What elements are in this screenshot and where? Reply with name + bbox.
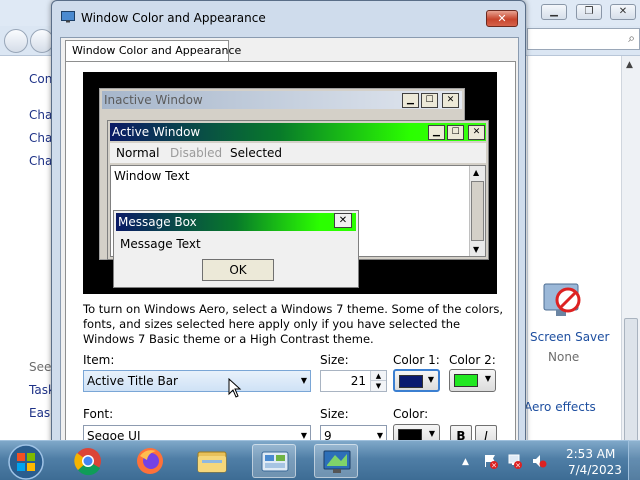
clock-date[interactable]: 7/4/2023 <box>568 463 622 477</box>
preview-minimize-icon: ▁ <box>428 125 445 140</box>
color2-swatch <box>454 374 478 387</box>
preview-message-close-icon: ✕ <box>334 213 352 228</box>
preview-menu-selected[interactable]: Selected <box>230 143 282 163</box>
tab-panel: Inactive Window ▁ ☐ ✕ Active Window ▁ ☐ … <box>65 61 516 447</box>
preview-menu-normal[interactable]: Normal <box>116 143 159 163</box>
spin-buttons: ▲ ▼ <box>370 371 386 391</box>
aero-info-text: To turn on Windows Aero, select a Window… <box>83 302 504 346</box>
display-settings-icon <box>323 450 351 473</box>
dialog-close-button[interactable]: ✕ <box>486 10 518 27</box>
show-desktop-button[interactable] <box>628 440 640 480</box>
left-nav-item[interactable]: Cha <box>29 108 52 122</box>
chrome-taskbar-button[interactable] <box>66 444 110 478</box>
folder-icon <box>197 451 227 473</box>
item-dropdown-value: Active Title Bar <box>87 374 178 388</box>
firefox-icon <box>137 448 163 474</box>
background-close-button[interactable]: ✕ <box>610 4 636 20</box>
preview-active-title-text: Active Window <box>112 125 201 139</box>
tab-window-color-appearance[interactable]: Window Color and Appearance <box>65 40 241 62</box>
color1-button[interactable]: ▼ <box>393 369 440 392</box>
search-icon: ⌕ <box>628 31 635 45</box>
mouse-cursor-icon <box>228 378 242 398</box>
preview-menu-disabled[interactable]: Disabled <box>170 143 222 163</box>
left-nav-item[interactable]: Cha <box>29 131 52 145</box>
preview-menubar[interactable]: Normal Disabled Selected <box>110 143 486 163</box>
display-app-icon <box>61 11 75 23</box>
left-nav-item[interactable]: Con <box>29 72 52 86</box>
item-size-spinner[interactable]: 21 ▲ ▼ <box>320 370 387 392</box>
preview-scroll-up-icon: ▲ <box>473 168 480 177</box>
preview-close-icon: ✕ <box>442 93 459 108</box>
preview-message-box[interactable]: Message Box ✕ Message Text OK <box>113 210 359 288</box>
chevron-down-icon: ▼ <box>428 429 435 438</box>
color2-label: Color 2: <box>449 353 496 367</box>
control-panel-icon <box>261 451 289 472</box>
font-color-label: Color: <box>393 407 429 421</box>
background-minimize-button[interactable]: ▁ <box>541 4 567 20</box>
back-button[interactable] <box>4 29 28 53</box>
svg-text:×: × <box>515 462 521 470</box>
clock-time[interactable]: 2:53 AM <box>566 447 615 461</box>
screen-saver-value: None <box>548 350 580 364</box>
color1-swatch <box>399 375 423 388</box>
action-center-icon[interactable]: × <box>483 453 499 469</box>
color2-button[interactable]: ▼ <box>449 369 496 392</box>
dialog-body: Window Color and Appearance Inactive Win… <box>60 37 519 447</box>
preview-inactive-title-text: Inactive Window <box>104 93 203 107</box>
preview-maximize-icon: ☐ <box>421 93 438 108</box>
preview-window-text: Window Text <box>114 169 190 183</box>
preview-active-titlebar[interactable]: Active Window ▁ ☐ ✕ <box>110 123 486 141</box>
preview-inactive-titlebar[interactable]: Inactive Window ▁ ☐ ✕ <box>102 91 462 109</box>
screen-saver-link[interactable]: Screen Saver <box>530 330 609 344</box>
tray-expand-icon[interactable]: ▲ <box>462 457 469 467</box>
control-panel-taskbar-button[interactable] <box>252 444 296 478</box>
item-dropdown[interactable]: Active Title Bar ▼ <box>83 370 311 392</box>
spin-down-icon[interactable]: ▼ <box>371 381 386 391</box>
start-orb-icon[interactable] <box>6 443 46 480</box>
taskbar: ▲ × × <box>0 440 640 480</box>
see-also-heading: See <box>29 360 52 374</box>
scroll-up-arrow[interactable]: ▲ <box>626 60 633 70</box>
preview-message-box-titlebar[interactable]: Message Box <box>116 213 356 231</box>
aero-effects-link[interactable]: Aero effects <box>524 400 596 414</box>
preview-maximize-icon: ☐ <box>447 125 464 140</box>
appearance-preview[interactable]: Inactive Window ▁ ☐ ✕ Active Window ▁ ☐ … <box>83 72 497 294</box>
preview-minimize-icon: ▁ <box>402 93 419 108</box>
font-label: Font: <box>83 407 114 421</box>
background-maximize-button[interactable]: ❐ <box>576 4 602 20</box>
preview-close-icon: ✕ <box>468 125 485 140</box>
window-color-appearance-dialog: Window Color and Appearance ✕ Window Col… <box>51 0 526 447</box>
item-size-label: Size: <box>320 353 349 367</box>
preview-ok-button[interactable]: OK <box>202 259 274 281</box>
color1-label: Color 1: <box>393 353 440 367</box>
left-nav-item[interactable]: Cha <box>29 154 52 168</box>
chevron-down-icon: ▼ <box>484 374 491 383</box>
font-size-label: Size: <box>320 407 349 421</box>
chevron-down-icon: ▼ <box>427 375 434 384</box>
svg-text:×: × <box>491 462 497 470</box>
preview-scroll-thumb[interactable] <box>471 181 484 241</box>
preview-message-box-title: Message Box <box>118 215 197 229</box>
network-icon[interactable]: × <box>507 453 523 469</box>
dialog-title: Window Color and Appearance <box>81 11 266 25</box>
item-label: Item: <box>83 353 115 367</box>
background-search-box[interactable]: ⌕ <box>527 28 640 50</box>
background-scrollbar[interactable]: ▲ <box>621 56 640 478</box>
spin-up-icon[interactable]: ▲ <box>371 371 386 381</box>
screen-saver-icon[interactable] <box>538 276 586 324</box>
preview-scrollbar[interactable]: ▲ ▼ <box>469 166 485 256</box>
preview-message-text: Message Text <box>120 237 201 251</box>
background-right-panel <box>527 56 621 440</box>
dialog-titlebar[interactable]: Window Color and Appearance ✕ <box>52 1 525 31</box>
display-settings-taskbar-button[interactable] <box>314 444 358 478</box>
firefox-taskbar-button[interactable] <box>128 444 172 478</box>
chrome-icon <box>74 448 101 476</box>
chevron-down-icon: ▼ <box>300 376 307 385</box>
preview-scroll-down-icon: ▼ <box>473 245 480 254</box>
explorer-taskbar-button[interactable] <box>190 444 234 478</box>
item-size-value: 21 <box>350 374 366 388</box>
volume-muted-icon[interactable] <box>531 453 547 469</box>
